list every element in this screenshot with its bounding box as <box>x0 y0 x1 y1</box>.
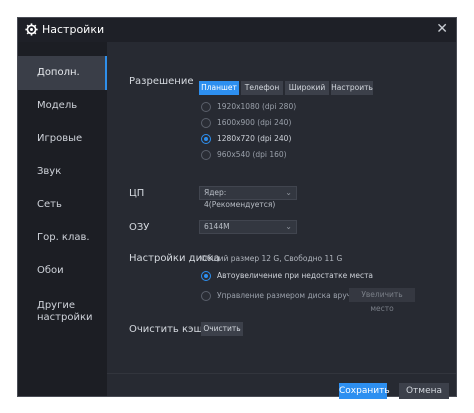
sidebar-item-label: Сеть <box>37 199 62 210</box>
clear-cache-label: Очистить кэш <box>129 324 203 335</box>
resolution-960-radio[interactable] <box>201 150 211 160</box>
cancel-button[interactable]: Отмена <box>399 383 449 399</box>
sidebar-item-wallpaper[interactable]: Обои <box>18 254 107 288</box>
window-title: Настройки <box>42 23 105 36</box>
cpu-select[interactable]: Ядер: 4(Рекомендуется) ⌄ <box>199 186 297 209</box>
sidebar-item-label: Обои <box>37 265 64 276</box>
close-icon[interactable]: ✕ <box>436 21 448 37</box>
clear-cache-button[interactable]: Очистить <box>201 322 243 336</box>
sidebar-item-games[interactable]: Игровые <box>18 122 107 156</box>
increase-disk-button[interactable]: Увеличить место <box>349 288 415 313</box>
ram-label: ОЗУ <box>129 222 150 233</box>
title-bar: Настройки ✕ <box>18 18 456 42</box>
sidebar-item-advanced[interactable]: Дополн. <box>18 56 107 90</box>
tab-tablet[interactable]: Планшет <box>199 81 239 95</box>
chevron-down-icon: ⌄ <box>285 222 292 231</box>
resolution-1920-radio[interactable] <box>201 102 211 112</box>
settings-content: Разрешение Планшет Телефон Широкий Настр… <box>107 42 456 399</box>
disk-auto-radio[interactable] <box>201 271 211 281</box>
sidebar-item-network[interactable]: Сеть <box>18 188 107 222</box>
sidebar-item-label: Другие настройки <box>37 300 93 323</box>
save-button[interactable]: Сохранить <box>339 383 390 399</box>
sidebar-item-sound[interactable]: Звук <box>18 155 107 189</box>
footer-divider <box>107 373 456 374</box>
disk-manual-label: Управление размером диска вручную <box>217 291 367 300</box>
cpu-select-value: Ядер: 4(Рекомендуется) <box>204 188 276 209</box>
sidebar-item-other-settings[interactable]: Другие настройки <box>18 292 107 332</box>
sidebar-item-model[interactable]: Модель <box>18 89 107 123</box>
resolution-1280-radio[interactable] <box>201 134 211 144</box>
resolution-option-label: 1280x720 (dpi 240) <box>217 134 292 143</box>
ram-select[interactable]: 6144M ⌄ <box>199 220 297 234</box>
chevron-down-icon: ⌄ <box>285 188 292 197</box>
sidebar-item-label: Звук <box>37 166 62 177</box>
gear-icon <box>25 23 38 36</box>
sidebar-item-label: Модель <box>37 100 78 111</box>
tab-wide[interactable]: Широкий <box>285 81 329 95</box>
resolution-option-label: 1600x900 (dpi 240) <box>217 118 292 127</box>
disk-auto-label: Автоувеличение при недостатке места <box>217 271 374 280</box>
resolution-option-label: 1920x1080 (dpi 280) <box>217 102 297 111</box>
sidebar-item-label: Игровые <box>37 133 83 144</box>
resolution-1600-radio[interactable] <box>201 118 211 128</box>
tab-custom[interactable]: Настроить <box>331 81 373 95</box>
sidebar-item-label: Гор. клав. <box>37 232 90 243</box>
resolution-option-label: 960x540 (dpi 160) <box>217 150 287 159</box>
resolution-label: Разрешение <box>129 76 194 87</box>
disk-summary: Общий размер 12 G, Свободно 11 G <box>201 254 343 263</box>
sidebar: Дополн. Модель Игровые Звук Сеть Гор. кл… <box>18 42 107 396</box>
settings-window: Настройки ✕ Дополн. Модель Игровые Звук … <box>17 17 457 399</box>
sidebar-item-label: Дополн. <box>37 67 80 78</box>
ram-select-value: 6144M <box>204 222 230 231</box>
cpu-label: ЦП <box>129 188 145 199</box>
sidebar-item-hotkeys[interactable]: Гор. клав. <box>18 221 107 255</box>
tab-phone[interactable]: Телефон <box>241 81 283 95</box>
disk-manual-radio[interactable] <box>201 291 211 301</box>
